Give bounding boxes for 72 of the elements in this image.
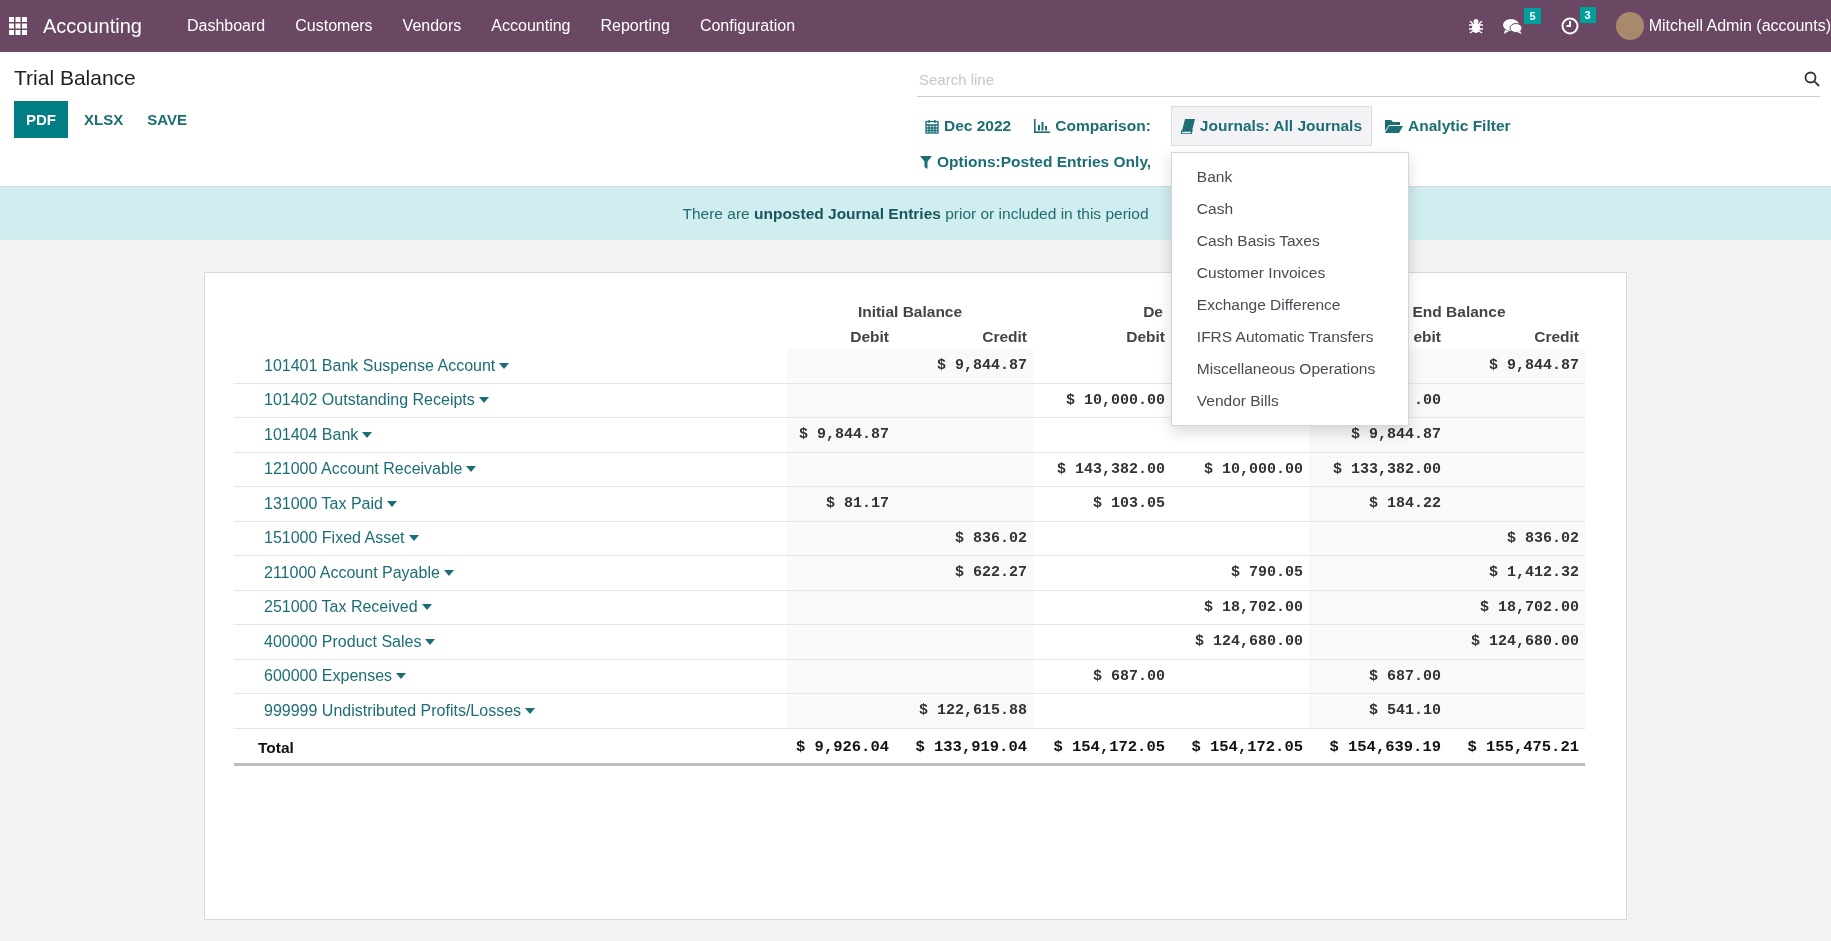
column-group-header: Initial Balance xyxy=(857,303,963,320)
table-cell: $ 10,000.00 xyxy=(1033,383,1171,418)
user-name[interactable]: Mitchell Admin (accounts) xyxy=(1648,17,1831,35)
dropdown-item[interactable]: IFRS Automatic Transfers xyxy=(1171,321,1408,353)
column-header: ebit xyxy=(1413,328,1441,345)
table-cell: $ 836.02 xyxy=(895,521,1033,556)
unposted-entries-notice: There are unposted Journal Entries prior or included in this period xyxy=(682,204,1149,223)
filter-button[interactable]: Analytic Filter xyxy=(1382,106,1521,146)
column-group-header: De xyxy=(1143,303,1163,320)
dropdown-item[interactable]: Cash Basis Taxes xyxy=(1171,225,1408,257)
menu-item[interactable]: Dashboard xyxy=(171,17,281,35)
account-link[interactable]: 211000 Account Payable xyxy=(264,555,454,590)
column-header: Debit xyxy=(850,328,889,345)
table-cell: $ 9,844.87 xyxy=(895,349,1033,384)
menu-item[interactable]: Accounting xyxy=(476,17,586,35)
table-cell: $ 133,382.00 xyxy=(1309,452,1447,487)
table-cell: $ 622.27 xyxy=(895,556,1033,591)
dropdown-item[interactable]: Bank xyxy=(1171,161,1408,193)
filter-button[interactable]: Dec 2022 xyxy=(922,106,1022,146)
table-cell: $ 124,680.00 xyxy=(1447,625,1585,660)
table-cell: $ 143,382.00 xyxy=(1033,452,1171,487)
account-link[interactable]: 251000 Tax Received xyxy=(264,590,432,625)
table-cell: $ 687.00 xyxy=(1309,659,1447,694)
total-amount: $ 133,919.04 xyxy=(915,737,1027,756)
column-header: Credit xyxy=(1534,328,1579,345)
page-title: Trial Balance xyxy=(14,66,137,90)
table-cell: $ 9,844.87 xyxy=(1447,349,1585,384)
menu-item[interactable]: Configuration xyxy=(684,17,811,35)
export-button[interactable]: XLSX xyxy=(72,101,136,138)
table-cell: $ 836.02 xyxy=(1447,521,1585,556)
total-amount: $ 154,172.05 xyxy=(1191,737,1303,756)
account-link[interactable]: 101404 Bank xyxy=(264,417,373,452)
dropdown-item[interactable]: Cash xyxy=(1171,193,1408,225)
table-cell: $ 687.00 xyxy=(1033,659,1171,694)
column-header: Debit xyxy=(1126,328,1165,345)
total-amount: $ 155,475.21 xyxy=(1467,737,1579,756)
message-count-badge: 5 xyxy=(1524,7,1541,24)
activity-count-badge: 3 xyxy=(1579,7,1596,23)
dropdown-item[interactable]: Miscellaneous Operations xyxy=(1171,353,1408,385)
account-link[interactable]: 400000 Product Sales xyxy=(264,624,436,659)
account-link[interactable]: 131000 Tax Paid xyxy=(264,486,397,521)
menu-item[interactable]: Reporting xyxy=(585,17,685,35)
total-amount: $ 9,926.04 xyxy=(796,737,889,756)
table-cell: $ 9,844.87 xyxy=(787,418,895,453)
column-group-header: End Balance xyxy=(1412,303,1506,320)
table-cell: $ 103.05 xyxy=(1033,487,1171,522)
export-button[interactable]: SAVE xyxy=(135,101,199,138)
menu-item[interactable]: Customers xyxy=(280,17,388,35)
total-amount: $ 154,172.05 xyxy=(1053,737,1165,756)
table-cell: $ 122,615.88 xyxy=(895,694,1033,729)
app-name[interactable]: Accounting xyxy=(43,14,142,38)
table-cell: $ 184.22 xyxy=(1309,487,1447,522)
account-link[interactable]: 121000 Account Receivable xyxy=(264,452,477,487)
account-link[interactable]: 999999 Undistributed Profits/Losses xyxy=(264,693,536,728)
account-link[interactable]: 600000 Expenses xyxy=(264,659,407,694)
total-label: Total xyxy=(258,738,294,756)
filter-button[interactable]: Journals: All Journals xyxy=(1170,106,1373,146)
table-cell: $ 541.10 xyxy=(1309,694,1447,729)
dropdown-item[interactable]: Exchange Difference xyxy=(1171,289,1408,321)
table-cell: $ 18,702.00 xyxy=(1447,590,1585,625)
table-cell: $ 1,412.32 xyxy=(1447,556,1585,591)
column-header: Credit xyxy=(982,328,1027,345)
account-link[interactable]: 151000 Fixed Asset xyxy=(264,521,419,556)
dropdown-item[interactable]: Customer Invoices xyxy=(1171,257,1408,289)
filter-button[interactable]: Options:Posted Entries Only, xyxy=(917,148,1155,176)
pdf-button[interactable]: PDF xyxy=(14,101,68,138)
total-amount: $ 154,639.19 xyxy=(1329,737,1441,756)
menu-item[interactable]: Vendors xyxy=(387,17,477,35)
table-cell: $ 81.17 xyxy=(787,487,895,522)
filter-button[interactable]: Comparison: xyxy=(1031,106,1161,146)
account-link[interactable]: 101402 Outstanding Receipts xyxy=(264,383,489,418)
account-link[interactable]: 101401 Bank Suspense Account xyxy=(264,348,510,383)
